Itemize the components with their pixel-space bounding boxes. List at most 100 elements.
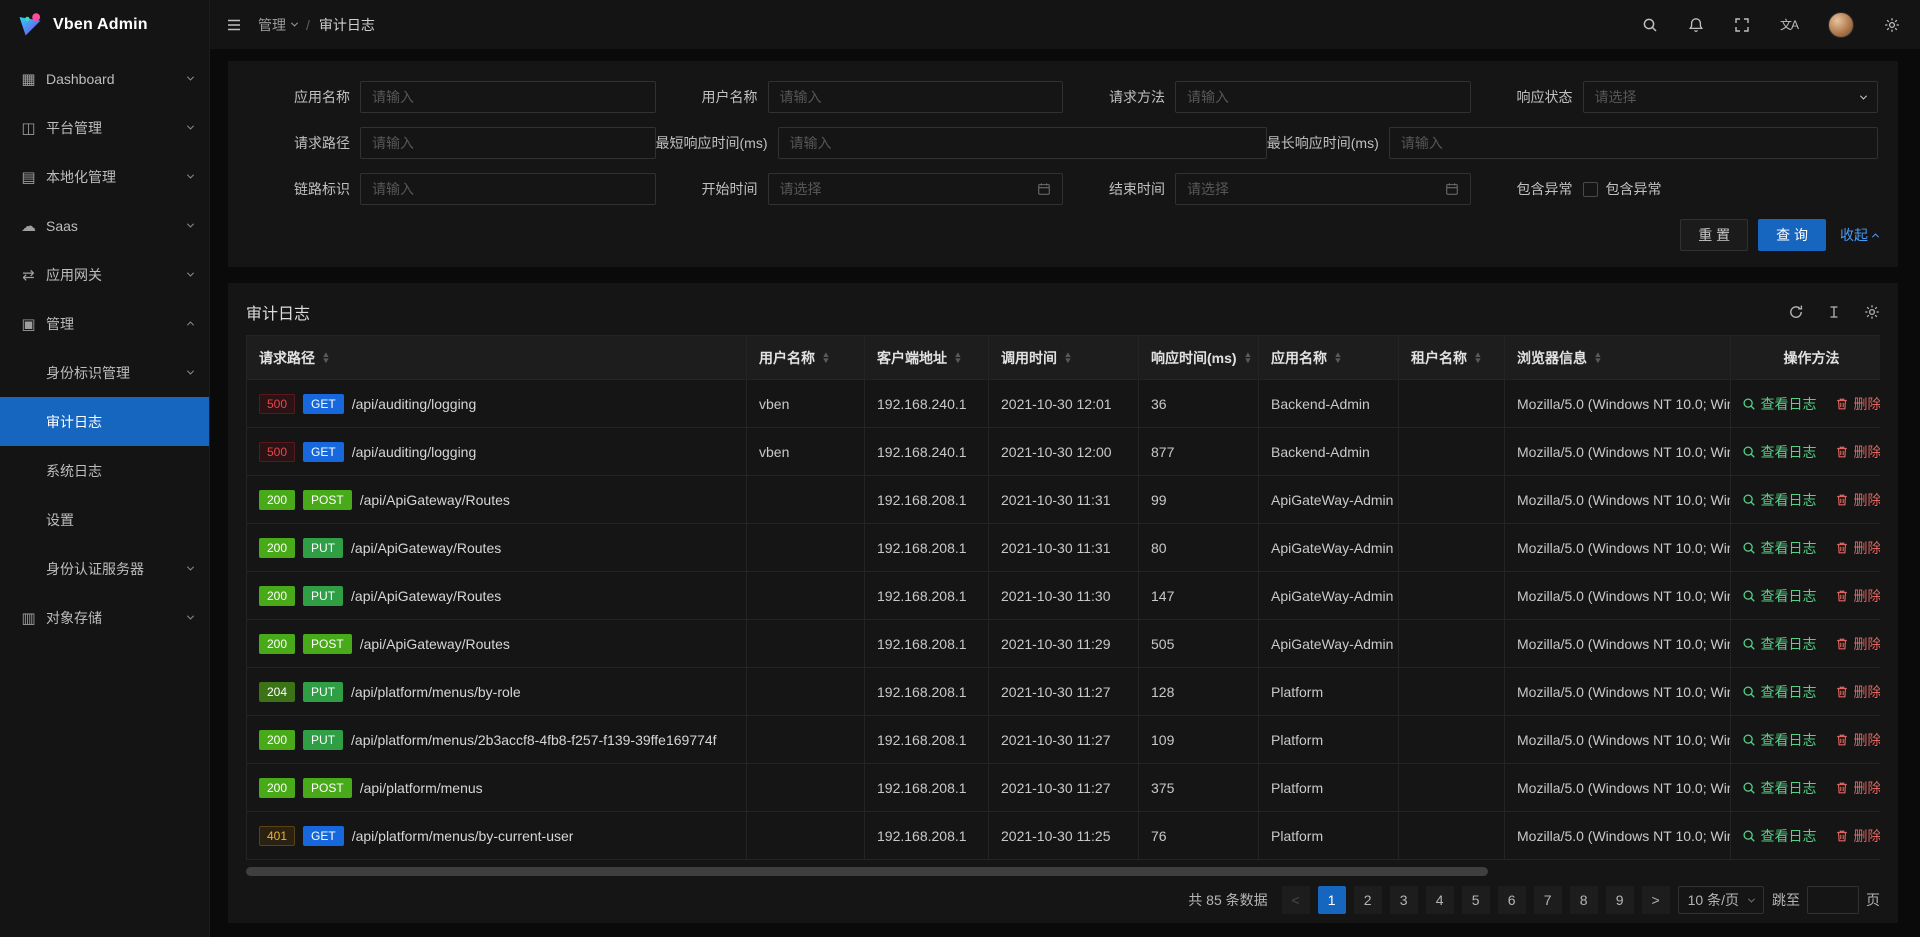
end-time-date-picker[interactable]: 请选择	[1175, 173, 1471, 205]
sidebar-item-identity-management[interactable]: 身份标识管理	[0, 348, 209, 397]
sidebar-item-localization[interactable]: ▤本地化管理	[0, 152, 209, 201]
sort-icon[interactable]: ▲▼	[1594, 352, 1602, 364]
sort-icon[interactable]: ▲▼	[1064, 352, 1072, 364]
sort-icon[interactable]: ▲▼	[322, 352, 330, 364]
trace-id-field: 链路标识	[248, 173, 656, 205]
refresh-icon[interactable]	[1788, 304, 1804, 320]
query-button[interactable]: 查 询	[1758, 219, 1826, 251]
horizontal-scrollbar[interactable]	[246, 867, 1880, 876]
view-log-button[interactable]: 查看日志	[1742, 634, 1817, 654]
column-header[interactable]: 应用名称▲▼	[1259, 336, 1399, 380]
column-height-icon[interactable]	[1826, 304, 1842, 320]
app-name-input[interactable]	[360, 81, 656, 113]
delete-button[interactable]: 删除	[1835, 442, 1881, 462]
column-header[interactable]: 客户端地址▲▼	[865, 336, 989, 380]
view-log-button[interactable]: 查看日志	[1742, 682, 1817, 702]
browser-info-cell: Mozilla/5.0 (Windows NT 10.0; Win(	[1505, 812, 1731, 860]
user-name-cell	[747, 764, 865, 812]
view-log-button[interactable]: 查看日志	[1742, 826, 1817, 846]
menu-fold-icon[interactable]	[226, 17, 242, 33]
delete-button[interactable]: 删除	[1835, 682, 1881, 702]
column-header[interactable]: 请求路径▲▼	[247, 336, 747, 380]
breadcrumb-parent[interactable]: 管理	[258, 15, 297, 35]
user-avatar[interactable]	[1828, 12, 1854, 38]
browser-info-cell: Mozilla/5.0 (Windows NT 10.0; Win(	[1505, 380, 1731, 428]
logo[interactable]: Vben Admin	[0, 0, 209, 50]
sidebar-item-auth-server[interactable]: 身份认证服务器	[0, 544, 209, 593]
request-method-input[interactable]	[1175, 81, 1471, 113]
sidebar-item-admin[interactable]: ▣管理	[0, 299, 209, 348]
tenant-name-cell	[1399, 716, 1505, 764]
sort-icon[interactable]: ▲▼	[1334, 352, 1342, 364]
min-response-time-input[interactable]	[778, 127, 1267, 159]
view-log-button[interactable]: 查看日志	[1742, 442, 1817, 462]
page-size-select[interactable]: 10 条/页	[1678, 886, 1764, 914]
start-time-field: 开始时间请选择	[656, 173, 1064, 205]
column-header[interactable]: 用户名称▲▼	[747, 336, 865, 380]
has-exception-checkbox[interactable]	[1583, 182, 1598, 197]
sort-icon[interactable]: ▲▼	[822, 352, 830, 364]
table-settings-icon[interactable]	[1864, 304, 1880, 320]
request-path-cell: 500GET/api/auditing/logging	[247, 428, 747, 476]
delete-button[interactable]: 删除	[1835, 538, 1881, 558]
max-response-time-input[interactable]	[1389, 127, 1878, 159]
response-ms-cell: 505	[1139, 620, 1259, 668]
delete-button[interactable]: 删除	[1835, 826, 1881, 846]
view-log-button[interactable]: 查看日志	[1742, 538, 1817, 558]
view-log-button[interactable]: 查看日志	[1742, 490, 1817, 510]
delete-button[interactable]: 删除	[1835, 634, 1881, 654]
sidebar-item-app-gateway[interactable]: ⇄应用网关	[0, 250, 209, 299]
response-status-select[interactable]: 请选择	[1583, 81, 1879, 113]
delete-button[interactable]: 删除	[1835, 586, 1881, 606]
bell-icon[interactable]	[1688, 17, 1704, 33]
delete-button[interactable]: 删除	[1835, 490, 1881, 510]
collapse-link[interactable]: 收起	[1840, 225, 1878, 245]
sort-icon[interactable]: ▲▼	[1244, 352, 1252, 364]
column-header[interactable]: 调用时间▲▼	[989, 336, 1139, 380]
sidebar-item-settings[interactable]: 设置	[0, 495, 209, 544]
jump-input[interactable]	[1807, 886, 1859, 914]
translate-icon[interactable]: 文A	[1780, 16, 1798, 33]
column-header[interactable]: 浏览器信息▲▼	[1505, 336, 1731, 380]
sidebar-item-audit-log[interactable]: 审计日志	[0, 397, 209, 446]
delete-button[interactable]: 删除	[1835, 730, 1881, 750]
column-header[interactable]: 响应时间(ms)▲▼	[1139, 336, 1259, 380]
scrollbar-thumb[interactable]	[246, 867, 1488, 876]
fullscreen-icon[interactable]	[1734, 17, 1750, 33]
sidebar-item-platform[interactable]: ◫平台管理	[0, 103, 209, 152]
view-log-button[interactable]: 查看日志	[1742, 778, 1817, 798]
sidebar-item-dashboard[interactable]: ▦Dashboard	[0, 54, 209, 103]
page-button-2[interactable]: 2	[1354, 886, 1382, 914]
trace-id-input[interactable]	[360, 173, 656, 205]
sidebar-item-saas[interactable]: ☁Saas	[0, 201, 209, 250]
page-button-8[interactable]: 8	[1570, 886, 1598, 914]
user-name-input[interactable]	[768, 81, 1064, 113]
start-time-date-picker[interactable]: 请选择	[768, 173, 1064, 205]
page-button-4[interactable]: 4	[1426, 886, 1454, 914]
page-button-6[interactable]: 6	[1498, 886, 1526, 914]
view-log-button[interactable]: 查看日志	[1742, 730, 1817, 750]
breadcrumb-current: 审计日志	[319, 15, 375, 35]
page-button-5[interactable]: 5	[1462, 886, 1490, 914]
sort-icon[interactable]: ▲▼	[1474, 352, 1482, 364]
reset-button[interactable]: 重 置	[1680, 219, 1748, 251]
sidebar-item-object-storage[interactable]: ▥对象存储	[0, 593, 209, 642]
prev-page-button[interactable]: <	[1282, 886, 1310, 914]
next-page-button[interactable]: >	[1642, 886, 1670, 914]
settings-gear-icon[interactable]	[1884, 17, 1900, 33]
delete-button[interactable]: 删除	[1835, 394, 1881, 414]
page-button-9[interactable]: 9	[1606, 886, 1634, 914]
app-name-field: 应用名称	[248, 81, 656, 113]
sidebar-item-system-log[interactable]: 系统日志	[0, 446, 209, 495]
view-log-button[interactable]: 查看日志	[1742, 586, 1817, 606]
search-icon[interactable]	[1642, 17, 1658, 33]
chevron-down-icon	[187, 613, 194, 620]
delete-button[interactable]: 删除	[1835, 778, 1881, 798]
view-log-button[interactable]: 查看日志	[1742, 394, 1817, 414]
sort-icon[interactable]: ▲▼	[954, 352, 962, 364]
page-button-7[interactable]: 7	[1534, 886, 1562, 914]
page-button-3[interactable]: 3	[1390, 886, 1418, 914]
request-path-input[interactable]	[360, 127, 656, 159]
page-button-1[interactable]: 1	[1318, 886, 1346, 914]
column-header[interactable]: 租户名称▲▼	[1399, 336, 1505, 380]
